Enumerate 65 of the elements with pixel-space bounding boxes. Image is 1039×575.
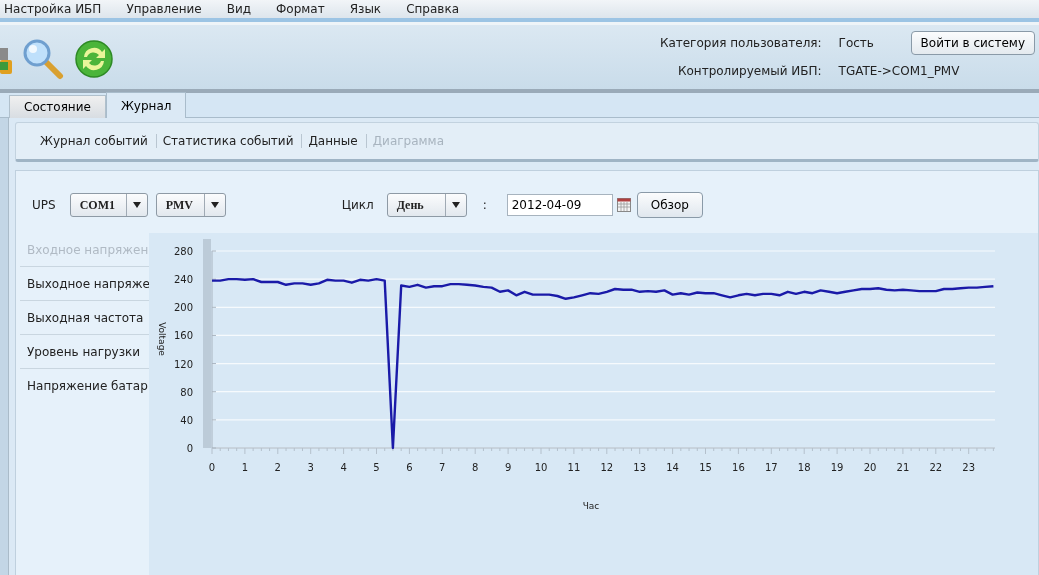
x-tick-label: 5 <box>373 462 380 473</box>
y-tick-label: 0 <box>186 443 193 454</box>
calendar-icon[interactable] <box>616 198 631 212</box>
y-tick-label: 280 <box>173 246 193 257</box>
x-tick-label: 1 <box>241 462 249 473</box>
y-tick-label: 120 <box>173 358 193 370</box>
cycle-dropdown[interactable]: День <box>386 193 467 217</box>
x-tick-label: 13 <box>633 462 647 473</box>
separator-text: : <box>482 198 487 212</box>
device-dropdown[interactable]: PMV <box>155 193 226 217</box>
x-tick-label: 0 <box>208 462 216 473</box>
search-icon[interactable] <box>22 38 64 80</box>
x-tick-label: 6 <box>406 462 413 473</box>
port-dropdown[interactable]: COM1 <box>69 193 148 217</box>
menu-item[interactable]: Управление <box>122 2 211 16</box>
menu-item[interactable]: Справка <box>402 2 468 16</box>
y-tick-label: 80 <box>180 386 193 398</box>
x-tick-label: 16 <box>732 462 745 473</box>
x-tick-label: 15 <box>699 462 712 473</box>
x-tick-label: 14 <box>666 462 679 473</box>
tab[interactable]: Журнал <box>105 92 187 118</box>
x-tick-label: 2 <box>274 462 281 473</box>
y-axis-label: Voltage <box>157 322 167 356</box>
x-tick-label: 7 <box>439 462 446 473</box>
x-tick-label: 20 <box>863 462 877 473</box>
x-tick-label: 10 <box>534 462 548 473</box>
x-tick-label: 19 <box>830 462 844 473</box>
tab[interactable]: Состояние <box>9 95 106 118</box>
menu-item[interactable]: Настройка ИБП <box>0 2 111 16</box>
user-category-value: Гость <box>837 36 875 50</box>
x-tick-label: 22 <box>929 462 943 473</box>
x-tick-label: 8 <box>472 462 479 473</box>
menu-item[interactable]: Формат <box>272 2 334 16</box>
x-tick-label: 9 <box>504 462 512 473</box>
x-axis-label: Час <box>582 501 600 511</box>
x-tick-label: 12 <box>600 462 614 473</box>
refresh-icon[interactable] <box>74 39 114 79</box>
x-tick-label: 11 <box>567 462 581 473</box>
x-tick-label: 4 <box>340 462 347 473</box>
subnav-link[interactable]: Статистика событий <box>156 134 302 148</box>
caret-icon <box>210 202 219 208</box>
caret-icon <box>132 202 141 208</box>
date-field[interactable]: 2012-04-09 <box>506 194 613 216</box>
login-button[interactable]: Войти в систему <box>910 31 1035 55</box>
y-tick-label: 40 <box>180 414 193 426</box>
browse-button[interactable]: Обзор <box>636 192 703 218</box>
y-tick-label: 160 <box>173 330 193 342</box>
monitored-ups-label: Контролируемый ИБП: <box>676 64 822 78</box>
menu-item[interactable]: Язык <box>345 2 391 16</box>
x-tick-label: 17 <box>764 462 778 473</box>
x-tick-label: 21 <box>896 462 910 473</box>
menu-item[interactable]: Вид <box>222 2 260 16</box>
caret-icon <box>451 202 460 208</box>
x-tick-label: 18 <box>797 462 811 473</box>
user-category-label: Категория пользователя: <box>658 36 822 50</box>
y-tick-label: 240 <box>173 274 193 286</box>
parameter-item[interactable]: Напряжение батар <box>20 369 149 402</box>
subnav-link[interactable]: Журнал событий <box>34 134 156 148</box>
subnav-link[interactable]: Данные <box>302 134 366 148</box>
ups-label: UPS <box>32 198 56 212</box>
y-tick-label: 200 <box>173 302 193 314</box>
x-tick-label: 3 <box>307 462 314 473</box>
monitored-ups-value: TGATE->COM1_PMV <box>837 64 961 78</box>
cycle-label: Цикл <box>341 198 374 212</box>
x-tick-label: 23 <box>962 462 976 473</box>
